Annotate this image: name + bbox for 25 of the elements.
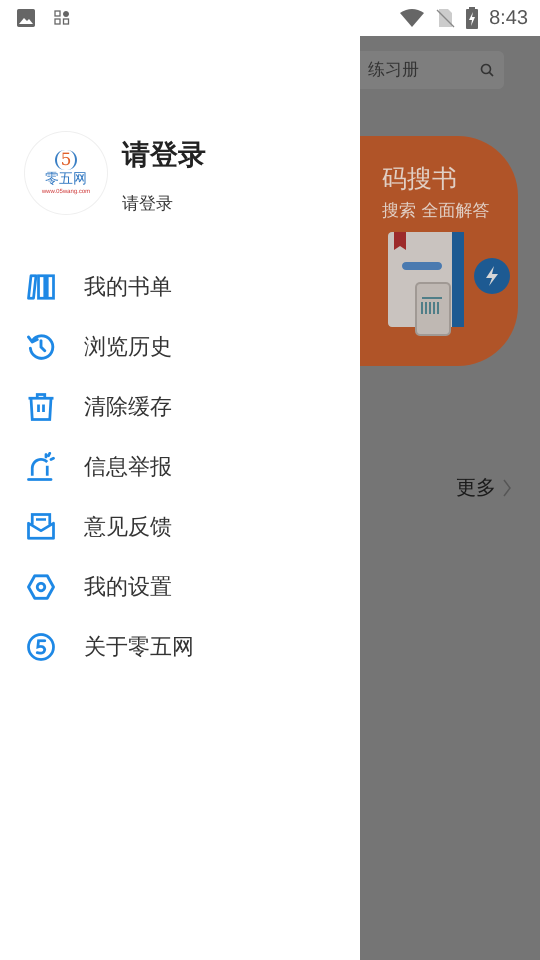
alarm-light-icon [26, 452, 56, 482]
battery-charging-icon [465, 7, 480, 29]
image-icon [16, 8, 36, 28]
menu-item[interactable]: 我的设置 [0, 557, 360, 617]
login-subtitle[interactable]: 请登录 [122, 192, 173, 215]
books-icon [26, 272, 56, 302]
search-field[interactable]: 练习册 [360, 51, 504, 89]
menu-item[interactable]: 我的书单 [0, 257, 360, 317]
chevron-right-icon [502, 478, 512, 498]
menu-item[interactable]: 关于零五网 [0, 617, 360, 677]
history-icon [26, 332, 56, 362]
menu-item[interactable]: 浏览历史 [0, 317, 360, 377]
trash-icon [26, 392, 56, 422]
more-link[interactable]: 更多 [456, 474, 512, 501]
apps-icon [54, 10, 70, 26]
login-title[interactable]: 请登录 [122, 136, 206, 174]
wifi-icon [399, 8, 426, 28]
menu-item[interactable]: 清除缓存 [0, 377, 360, 437]
no-sim-icon [435, 8, 456, 28]
mail-icon [26, 512, 56, 542]
clock-time: 8:43 [489, 6, 528, 30]
settings-icon [26, 572, 56, 602]
search-icon [480, 63, 494, 77]
menu-item[interactable]: 意见反馈 [0, 497, 360, 557]
menu-item[interactable]: 信息举报 [0, 437, 360, 497]
